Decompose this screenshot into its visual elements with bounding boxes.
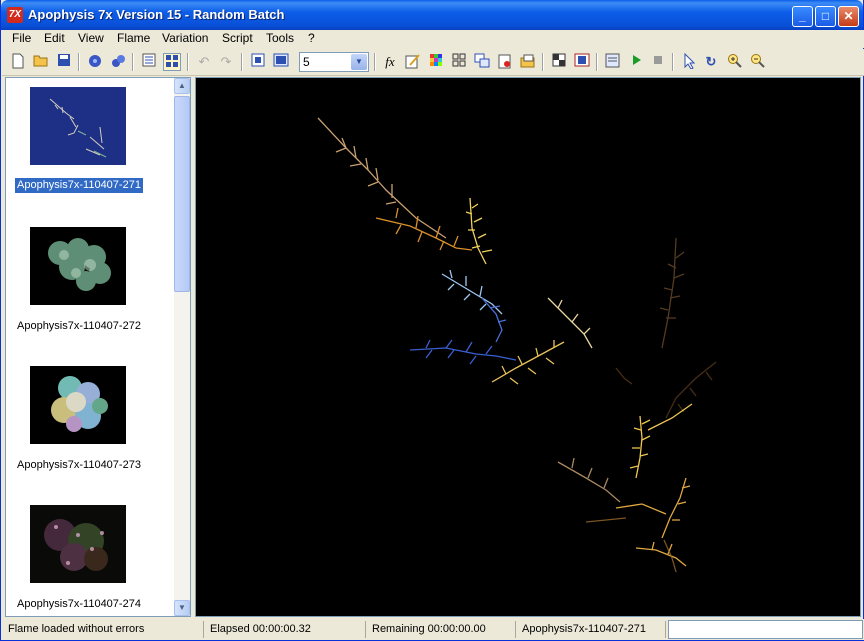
toolbar-separator bbox=[241, 53, 243, 71]
toolbar: ↶ ↷ fx ↻ bbox=[2, 49, 864, 76]
quality-combo[interactable]: 5 ▼ bbox=[299, 52, 369, 72]
favorites-icon[interactable] bbox=[496, 53, 514, 71]
batch-item-label[interactable]: Apophysis7x-110407-271 bbox=[15, 178, 143, 193]
title-bar[interactable]: 7X Apophysis 7x Version 15 - Random Batc… bbox=[1, 0, 863, 30]
options-icon[interactable] bbox=[519, 53, 537, 71]
menu-help[interactable]: ? bbox=[308, 31, 315, 45]
script-editor-icon[interactable] bbox=[604, 53, 622, 71]
menu-file[interactable]: File bbox=[12, 31, 31, 45]
flame-thumbnail[interactable] bbox=[30, 227, 126, 305]
edit-icon[interactable] bbox=[404, 53, 422, 71]
toolbar-separator bbox=[374, 53, 376, 71]
select-icon[interactable] bbox=[680, 52, 698, 71]
render-all-icon[interactable] bbox=[109, 53, 127, 71]
status-input-field[interactable] bbox=[668, 620, 863, 639]
toolbar-separator bbox=[187, 53, 189, 71]
status-flame-name: Apophysis7x-110407-271 bbox=[518, 621, 666, 638]
fullscreen-icon[interactable] bbox=[249, 53, 267, 71]
status-elapsed: Elapsed 00:00:00.32 bbox=[206, 621, 366, 638]
batch-scrollbar[interactable]: ▲ ▼ bbox=[174, 78, 190, 616]
status-message: Flame loaded without errors bbox=[4, 621, 204, 638]
frame-icon[interactable] bbox=[573, 53, 591, 71]
app-window: 7X Apophysis 7x Version 15 - Random Batc… bbox=[0, 0, 864, 641]
transparency-icon[interactable] bbox=[550, 53, 568, 71]
menu-flame[interactable]: Flame bbox=[117, 31, 150, 45]
gradient-icon[interactable] bbox=[427, 53, 445, 71]
batch-item-label[interactable]: Apophysis7x-110407-274 bbox=[15, 597, 143, 612]
minimize-button[interactable]: _ bbox=[792, 6, 813, 27]
menu-bar: File Edit View Flame Variation Script To… bbox=[2, 30, 864, 48]
menu-variation[interactable]: Variation bbox=[162, 31, 208, 45]
status-bar: Flame loaded without errors Elapsed 00:0… bbox=[2, 619, 864, 640]
list-view-icon[interactable] bbox=[140, 53, 158, 71]
menu-edit[interactable]: Edit bbox=[44, 31, 65, 45]
menu-tools[interactable]: Tools bbox=[266, 31, 294, 45]
maximize-button[interactable]: □ bbox=[815, 6, 836, 27]
status-remaining: Remaining 00:00:00.00 bbox=[368, 621, 516, 638]
menu-view[interactable]: View bbox=[78, 31, 104, 45]
new-icon[interactable] bbox=[9, 53, 27, 71]
apophysis-app-icon[interactable]: 7X bbox=[7, 7, 23, 23]
flame-render-image bbox=[317, 117, 717, 573]
flame-preview[interactable] bbox=[195, 77, 861, 617]
run-script-icon[interactable] bbox=[627, 53, 645, 71]
rotate-icon[interactable]: ↻ bbox=[702, 53, 720, 71]
quality-value: 5 bbox=[303, 55, 310, 69]
toolbar-separator bbox=[596, 53, 598, 71]
undo-icon[interactable]: ↶ bbox=[195, 53, 213, 71]
close-button[interactable]: ✕ bbox=[838, 6, 859, 27]
toolbar-separator bbox=[672, 53, 674, 71]
batch-list: Apophysis7x-110407-271 Apophysis7x-11040… bbox=[5, 77, 191, 617]
open-icon[interactable] bbox=[32, 53, 50, 71]
scroll-up-button[interactable]: ▲ bbox=[174, 78, 190, 94]
icon-view-icon[interactable] bbox=[163, 53, 181, 71]
window-title: Apophysis 7x Version 15 - Random Batch bbox=[28, 7, 285, 22]
mutate-icon[interactable] bbox=[450, 53, 468, 71]
save-icon[interactable] bbox=[55, 53, 73, 71]
batch-item-label[interactable]: Apophysis7x-110407-272 bbox=[15, 319, 143, 334]
flame-thumbnail[interactable] bbox=[30, 505, 126, 583]
stop-script-icon[interactable] bbox=[649, 53, 667, 71]
toolbar-separator bbox=[132, 53, 134, 71]
flame-thumbnail[interactable] bbox=[30, 87, 126, 165]
menu-script[interactable]: Script bbox=[222, 31, 253, 45]
preview-icon[interactable] bbox=[272, 53, 290, 71]
flame-thumbnail[interactable] bbox=[30, 366, 126, 444]
redo-icon[interactable]: ↷ bbox=[217, 53, 235, 71]
scrollbar-thumb[interactable] bbox=[174, 96, 190, 292]
toolbar-separator bbox=[542, 53, 544, 71]
adjust-icon[interactable] bbox=[473, 53, 491, 71]
zoom-in-icon[interactable] bbox=[726, 53, 744, 71]
scroll-down-button[interactable]: ▼ bbox=[174, 600, 190, 616]
zoom-out-icon[interactable] bbox=[749, 53, 767, 71]
batch-item-label[interactable]: Apophysis7x-110407-273 bbox=[15, 458, 143, 473]
chevron-down-icon[interactable]: ▼ bbox=[351, 54, 367, 70]
fx-editor-icon[interactable]: fx bbox=[381, 53, 399, 71]
render-icon[interactable] bbox=[86, 53, 104, 71]
toolbar-separator bbox=[78, 53, 80, 71]
